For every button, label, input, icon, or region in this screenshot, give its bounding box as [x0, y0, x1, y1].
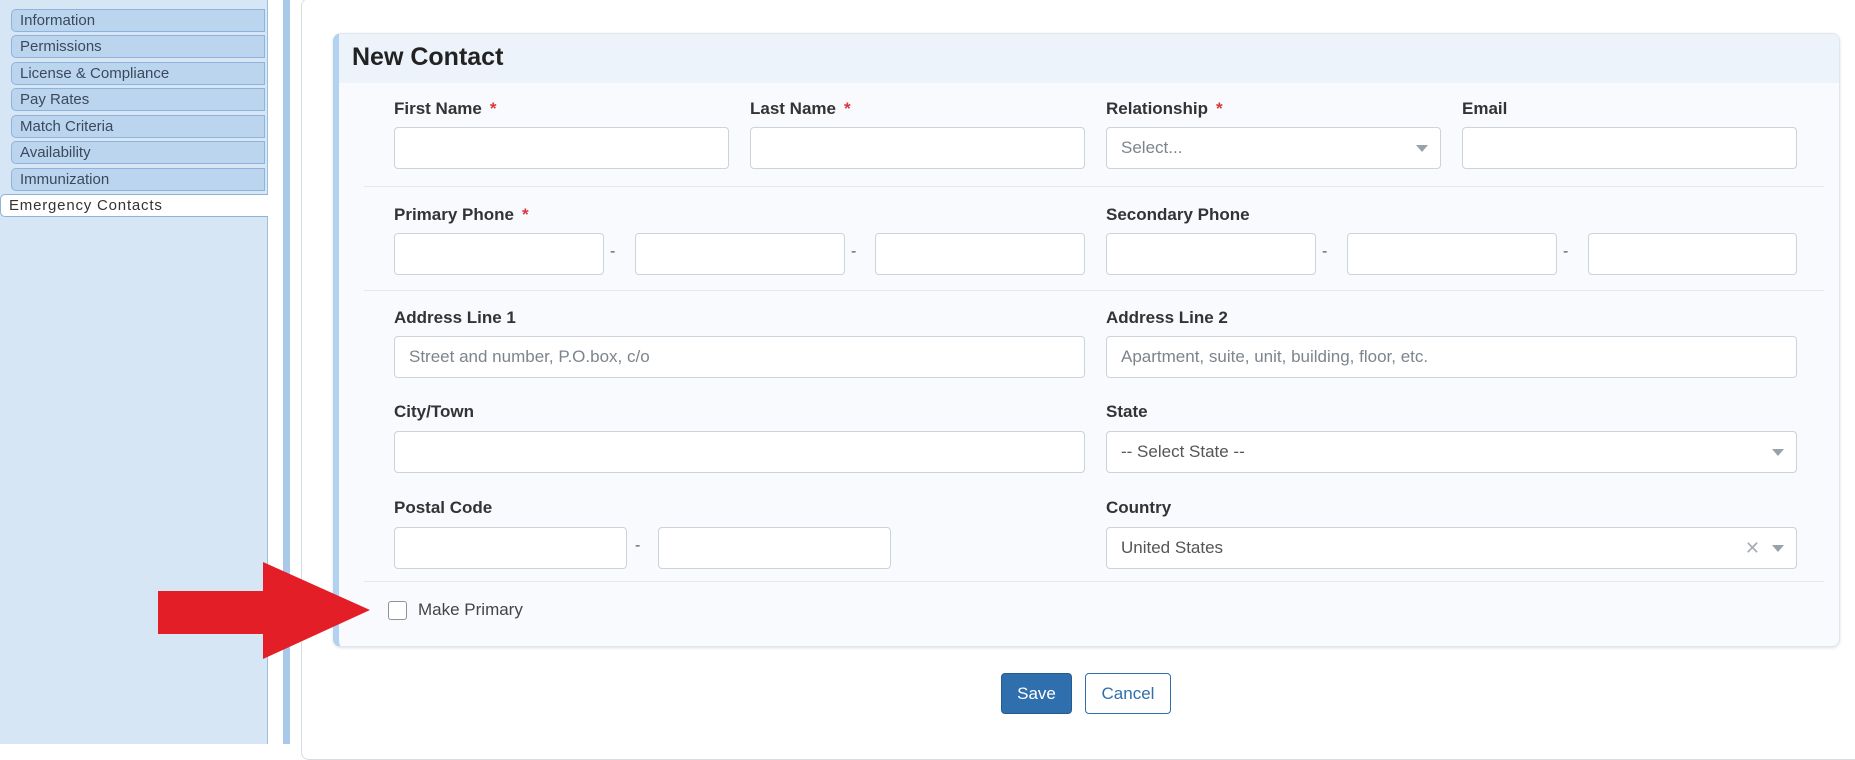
relationship-placeholder: Select... [1121, 138, 1183, 157]
first-name-label: First Name * [394, 99, 497, 118]
postal-code-ext-input[interactable] [658, 527, 891, 569]
state-select[interactable]: -- Select State -- [1106, 431, 1797, 473]
sidebar-item-emergency-contacts[interactable]: Emergency Contacts [0, 194, 268, 217]
sidebar-item-match-criteria[interactable]: Match Criteria [11, 115, 265, 138]
required-marker: * [489, 99, 497, 118]
primary-phone-prefix-input[interactable] [635, 233, 845, 275]
secondary-phone-label: Secondary Phone [1106, 205, 1250, 224]
chevron-down-icon [1416, 145, 1428, 152]
address-line-1-label: Address Line 1 [394, 308, 516, 327]
phone-separator: - [1322, 243, 1328, 260]
divider [364, 186, 1824, 187]
address-line-1-input[interactable]: Street and number, P.O.box, c/o [394, 336, 1085, 378]
secondary-phone-line-input[interactable] [1588, 233, 1797, 275]
new-contact-card: New Contact First Name * Last Name * Relat… [333, 33, 1840, 647]
primary-phone-label: Primary Phone * [394, 205, 529, 224]
country-value: United States [1121, 538, 1224, 557]
sidebar-item-immunization[interactable]: Immunization [11, 168, 265, 191]
chevron-down-icon [1772, 449, 1784, 456]
postal-separator: - [635, 537, 641, 554]
save-button[interactable]: Save [1001, 673, 1072, 714]
secondary-phone-prefix-input[interactable] [1347, 233, 1557, 275]
email-input[interactable] [1462, 127, 1797, 169]
card-header: New Contact [339, 34, 1839, 83]
required-marker: * [843, 99, 851, 118]
email-label: Email [1462, 99, 1508, 118]
primary-phone-line-input[interactable] [875, 233, 1085, 275]
state-placeholder: -- Select State -- [1121, 442, 1245, 461]
sidebar-item-permissions[interactable]: Permissions [11, 35, 265, 58]
sidebar-item-pay-rates[interactable]: Pay Rates [11, 88, 265, 111]
sidebar-item-license-compliance[interactable]: License & Compliance [11, 62, 265, 85]
postal-code-input[interactable] [394, 527, 627, 569]
sidebar-item-information[interactable]: Information [11, 9, 265, 32]
country-select[interactable]: United States ✕ [1106, 527, 1797, 569]
address-line-2-label: Address Line 2 [1106, 308, 1228, 327]
make-primary-label[interactable]: Make Primary [418, 600, 523, 620]
last-name-input[interactable] [750, 127, 1085, 169]
divider [364, 290, 1824, 291]
state-label: State [1106, 402, 1148, 421]
country-label: Country [1106, 498, 1172, 517]
phone-separator: - [610, 243, 616, 260]
city-label: City/Town [394, 402, 474, 421]
sidebar-item-availability[interactable]: Availability [11, 141, 265, 164]
chevron-down-icon [1772, 545, 1784, 552]
required-marker: * [1216, 99, 1223, 118]
phone-separator: - [1563, 243, 1569, 260]
divider [364, 581, 1824, 582]
relationship-label: Relationship * [1106, 99, 1223, 118]
postal-code-label: Postal Code [394, 498, 493, 517]
address-line-2-input[interactable]: Apartment, suite, unit, building, floor,… [1106, 336, 1797, 378]
last-name-label: Last Name * [750, 99, 851, 118]
first-name-input[interactable] [394, 127, 729, 169]
secondary-phone-area-input[interactable] [1106, 233, 1316, 275]
city-input[interactable] [394, 431, 1085, 473]
cancel-button[interactable]: Cancel [1085, 673, 1171, 714]
primary-phone-area-input[interactable] [394, 233, 604, 275]
relationship-select[interactable]: Select... [1106, 127, 1441, 169]
arrow-shape [158, 562, 370, 659]
page-title: New Contact [352, 43, 504, 71]
required-marker: * [522, 205, 529, 224]
red-arrow-annotation [158, 562, 370, 659]
make-primary-checkbox[interactable] [388, 601, 407, 620]
clear-icon[interactable]: ✕ [1745, 528, 1760, 568]
phone-separator: - [851, 243, 857, 260]
